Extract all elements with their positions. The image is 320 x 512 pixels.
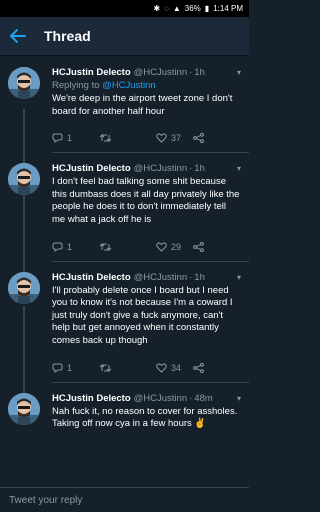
tweet-actions: 1 29 bbox=[52, 233, 241, 261]
tweet-time: 48m bbox=[194, 392, 213, 404]
tweet-text: Nah fuck it, no reason to cover for assh… bbox=[52, 405, 238, 430]
tweet[interactable]: HCJustin Delecto @HCJustinn · 48m ▾ Nah … bbox=[0, 382, 249, 431]
signal-icon: ▲ bbox=[172, 4, 181, 13]
reply-icon bbox=[52, 363, 63, 373]
avatar[interactable] bbox=[8, 67, 40, 99]
like-count: 29 bbox=[171, 241, 182, 252]
tweet-text: We're deep in the airport tweet zone I d… bbox=[52, 93, 233, 117]
avatar[interactable] bbox=[8, 163, 40, 196]
tweet-time: 1h bbox=[194, 67, 205, 78]
reply-button[interactable]: 1 bbox=[52, 242, 99, 252]
bluetooth-icon: ✱ bbox=[153, 4, 161, 13]
back-arrow-icon[interactable] bbox=[10, 29, 26, 43]
tweet-header: HCJustin Delecto @HCJustinn · 1h ▾ bbox=[52, 163, 241, 174]
reply-icon bbox=[52, 133, 63, 144]
replying-to-label: Replying to bbox=[52, 80, 100, 91]
chevron-down-icon[interactable]: ▾ bbox=[233, 68, 241, 77]
chevron-down-icon[interactable]: ▾ bbox=[233, 273, 241, 282]
heart-icon bbox=[156, 242, 167, 252]
heart-icon bbox=[156, 133, 167, 143]
author-handle: @HCJustinn bbox=[133, 163, 188, 175]
tweet[interactable]: HCJustin Delecto @HCJustinn · 1h ▾ I'll … bbox=[0, 261, 249, 406]
thread-connector-line bbox=[23, 153, 25, 164]
retweet-icon bbox=[99, 242, 112, 252]
tweet-time: 1h bbox=[194, 271, 205, 283]
thread-list: HCJustin Delecto @HCJustinn · 1h ▾ Reply… bbox=[0, 57, 249, 487]
retweet-button[interactable] bbox=[99, 242, 156, 252]
tweet-header: HCJustin Delecto @HCJustinn · 1h ▾ bbox=[52, 67, 241, 78]
battery-icon: ▮ bbox=[204, 4, 210, 13]
tweet-time: 1h bbox=[194, 163, 205, 175]
tweet-actions: 1 34 bbox=[52, 354, 241, 382]
reply-icon bbox=[52, 242, 63, 252]
mute-icon: ◌ bbox=[164, 4, 169, 13]
author-handle: @HCJustinn bbox=[133, 67, 188, 78]
thread-connector-line bbox=[23, 261, 25, 272]
tweet-text: I don't feel bad talking some shit becau… bbox=[52, 176, 240, 225]
tweet-actions: 1 37 bbox=[52, 124, 241, 152]
tweet-header: HCJustin Delecto @HCJustinn · 1h ▾ bbox=[52, 272, 241, 283]
reply-input-placeholder[interactable]: Tweet your reply bbox=[9, 495, 82, 506]
share-button[interactable] bbox=[193, 362, 204, 373]
tweet[interactable]: HCJustin Delecto @HCJustinn · 1h ▾ Reply… bbox=[0, 57, 249, 199]
retweet-button[interactable] bbox=[99, 133, 156, 143]
chevron-down-icon[interactable]: ▾ bbox=[233, 394, 241, 403]
mention-link[interactable]: @HCJustinn bbox=[102, 80, 155, 91]
replying-to: Replying to @HCJustinn bbox=[52, 80, 241, 91]
reply-count: 1 bbox=[67, 241, 73, 252]
tweet[interactable]: HCJustin Delecto @HCJustinn · 1h ▾ I don… bbox=[0, 153, 249, 288]
clock: 1:14 PM bbox=[213, 4, 243, 13]
retweet-icon bbox=[99, 133, 112, 143]
thread-connector-line bbox=[23, 382, 25, 393]
share-icon bbox=[193, 133, 204, 144]
retweet-icon bbox=[99, 363, 112, 373]
like-count: 34 bbox=[171, 362, 182, 373]
author-handle: @HCJustinn bbox=[133, 271, 188, 283]
reply-button[interactable]: 1 bbox=[52, 133, 99, 143]
like-count: 37 bbox=[171, 133, 182, 144]
author-handle: @HCJustinn bbox=[133, 392, 188, 404]
author-name[interactable]: HCJustin Delecto bbox=[52, 393, 131, 404]
like-button[interactable]: 37 bbox=[156, 133, 193, 143]
avatar[interactable] bbox=[8, 392, 40, 425]
share-button[interactable] bbox=[193, 241, 204, 252]
status-bar: ✱ ◌ ▲ 36% ▮ 1:14 PM bbox=[0, 0, 249, 17]
page-title: Thread bbox=[44, 28, 91, 44]
author-name[interactable]: HCJustin Delecto bbox=[52, 67, 131, 78]
share-icon bbox=[193, 362, 204, 373]
battery-percent: 36% bbox=[184, 4, 201, 13]
reply-count: 1 bbox=[67, 362, 73, 373]
share-icon bbox=[193, 241, 204, 252]
reply-compose-bar[interactable]: Tweet your reply bbox=[0, 487, 249, 512]
separator-dot: · bbox=[189, 67, 193, 78]
tweet-text: I'll probably delete once I board but I … bbox=[52, 284, 233, 346]
share-button[interactable] bbox=[193, 133, 204, 144]
separator-dot: · bbox=[189, 271, 193, 283]
tweet-header: HCJustin Delecto @HCJustinn · 48m ▾ bbox=[52, 393, 241, 404]
chevron-down-icon[interactable]: ▾ bbox=[233, 164, 241, 173]
like-button[interactable]: 29 bbox=[156, 242, 193, 252]
retweet-button[interactable] bbox=[99, 363, 156, 373]
reply-button[interactable]: 1 bbox=[52, 363, 99, 373]
reply-count: 1 bbox=[67, 133, 73, 144]
separator-dot: · bbox=[189, 392, 193, 404]
author-name[interactable]: HCJustin Delecto bbox=[52, 163, 131, 174]
like-button[interactable]: 34 bbox=[156, 363, 193, 373]
author-name[interactable]: HCJustin Delecto bbox=[52, 272, 131, 283]
app-bar: Thread bbox=[0, 17, 249, 56]
separator-dot: · bbox=[189, 163, 193, 175]
avatar[interactable] bbox=[8, 271, 40, 304]
heart-icon bbox=[156, 362, 167, 373]
